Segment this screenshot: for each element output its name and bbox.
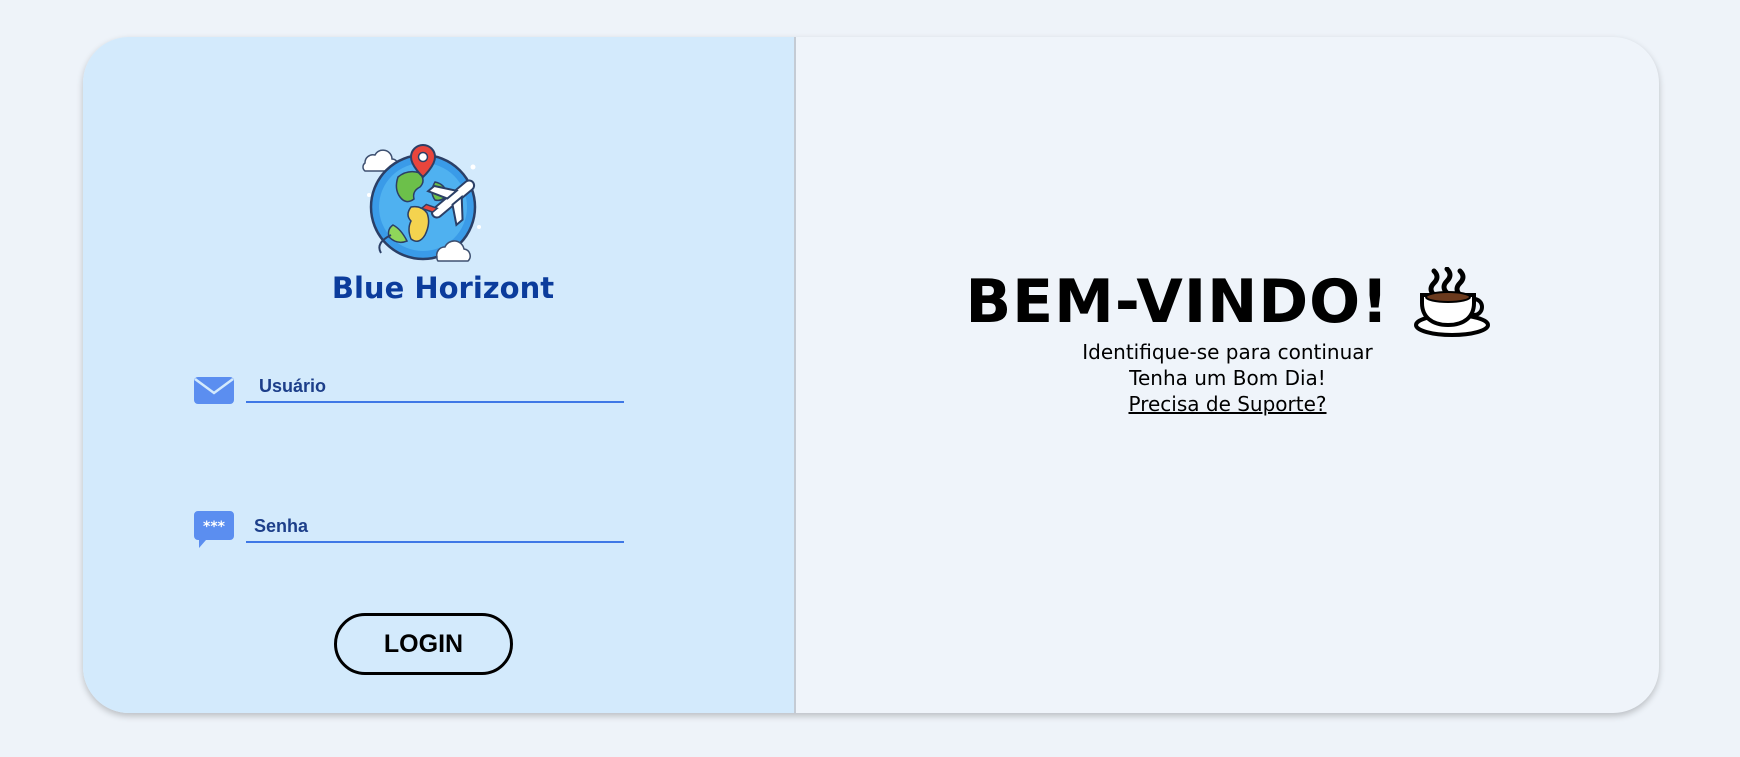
welcome-heading: BEM-VINDO! <box>796 264 1659 340</box>
globe-plane-icon <box>362 143 481 262</box>
password-field: *** <box>193 507 624 551</box>
welcome-greeting: Tenha um Bom Dia! <box>1129 366 1326 390</box>
support-link[interactable]: Precisa de Suporte? <box>1128 392 1326 416</box>
username-input[interactable] <box>246 373 624 403</box>
brand-name: Blue Horizont <box>331 271 555 305</box>
password-input[interactable] <box>246 513 624 543</box>
welcome-subtitle: Identifique-se para continuar <box>1082 340 1373 364</box>
login-panel: Blue Horizont *** LOGIN <box>83 37 796 713</box>
envelope-icon <box>194 377 234 404</box>
svg-text:***: *** <box>203 519 226 535</box>
welcome-title: BEM-VINDO! <box>965 267 1390 337</box>
welcome-text: Identifique-se para continuar Tenha um B… <box>796 339 1659 417</box>
coffee-cup-icon <box>1413 267 1490 337</box>
login-card: Blue Horizont *** LOGIN BEM-VINDO! <box>83 37 1659 713</box>
login-button[interactable]: LOGIN <box>334 613 513 675</box>
username-field <box>193 367 624 411</box>
password-bubble-icon: *** <box>194 511 234 548</box>
welcome-panel: BEM-VINDO! Identifique-se para continuar… <box>796 37 1659 713</box>
